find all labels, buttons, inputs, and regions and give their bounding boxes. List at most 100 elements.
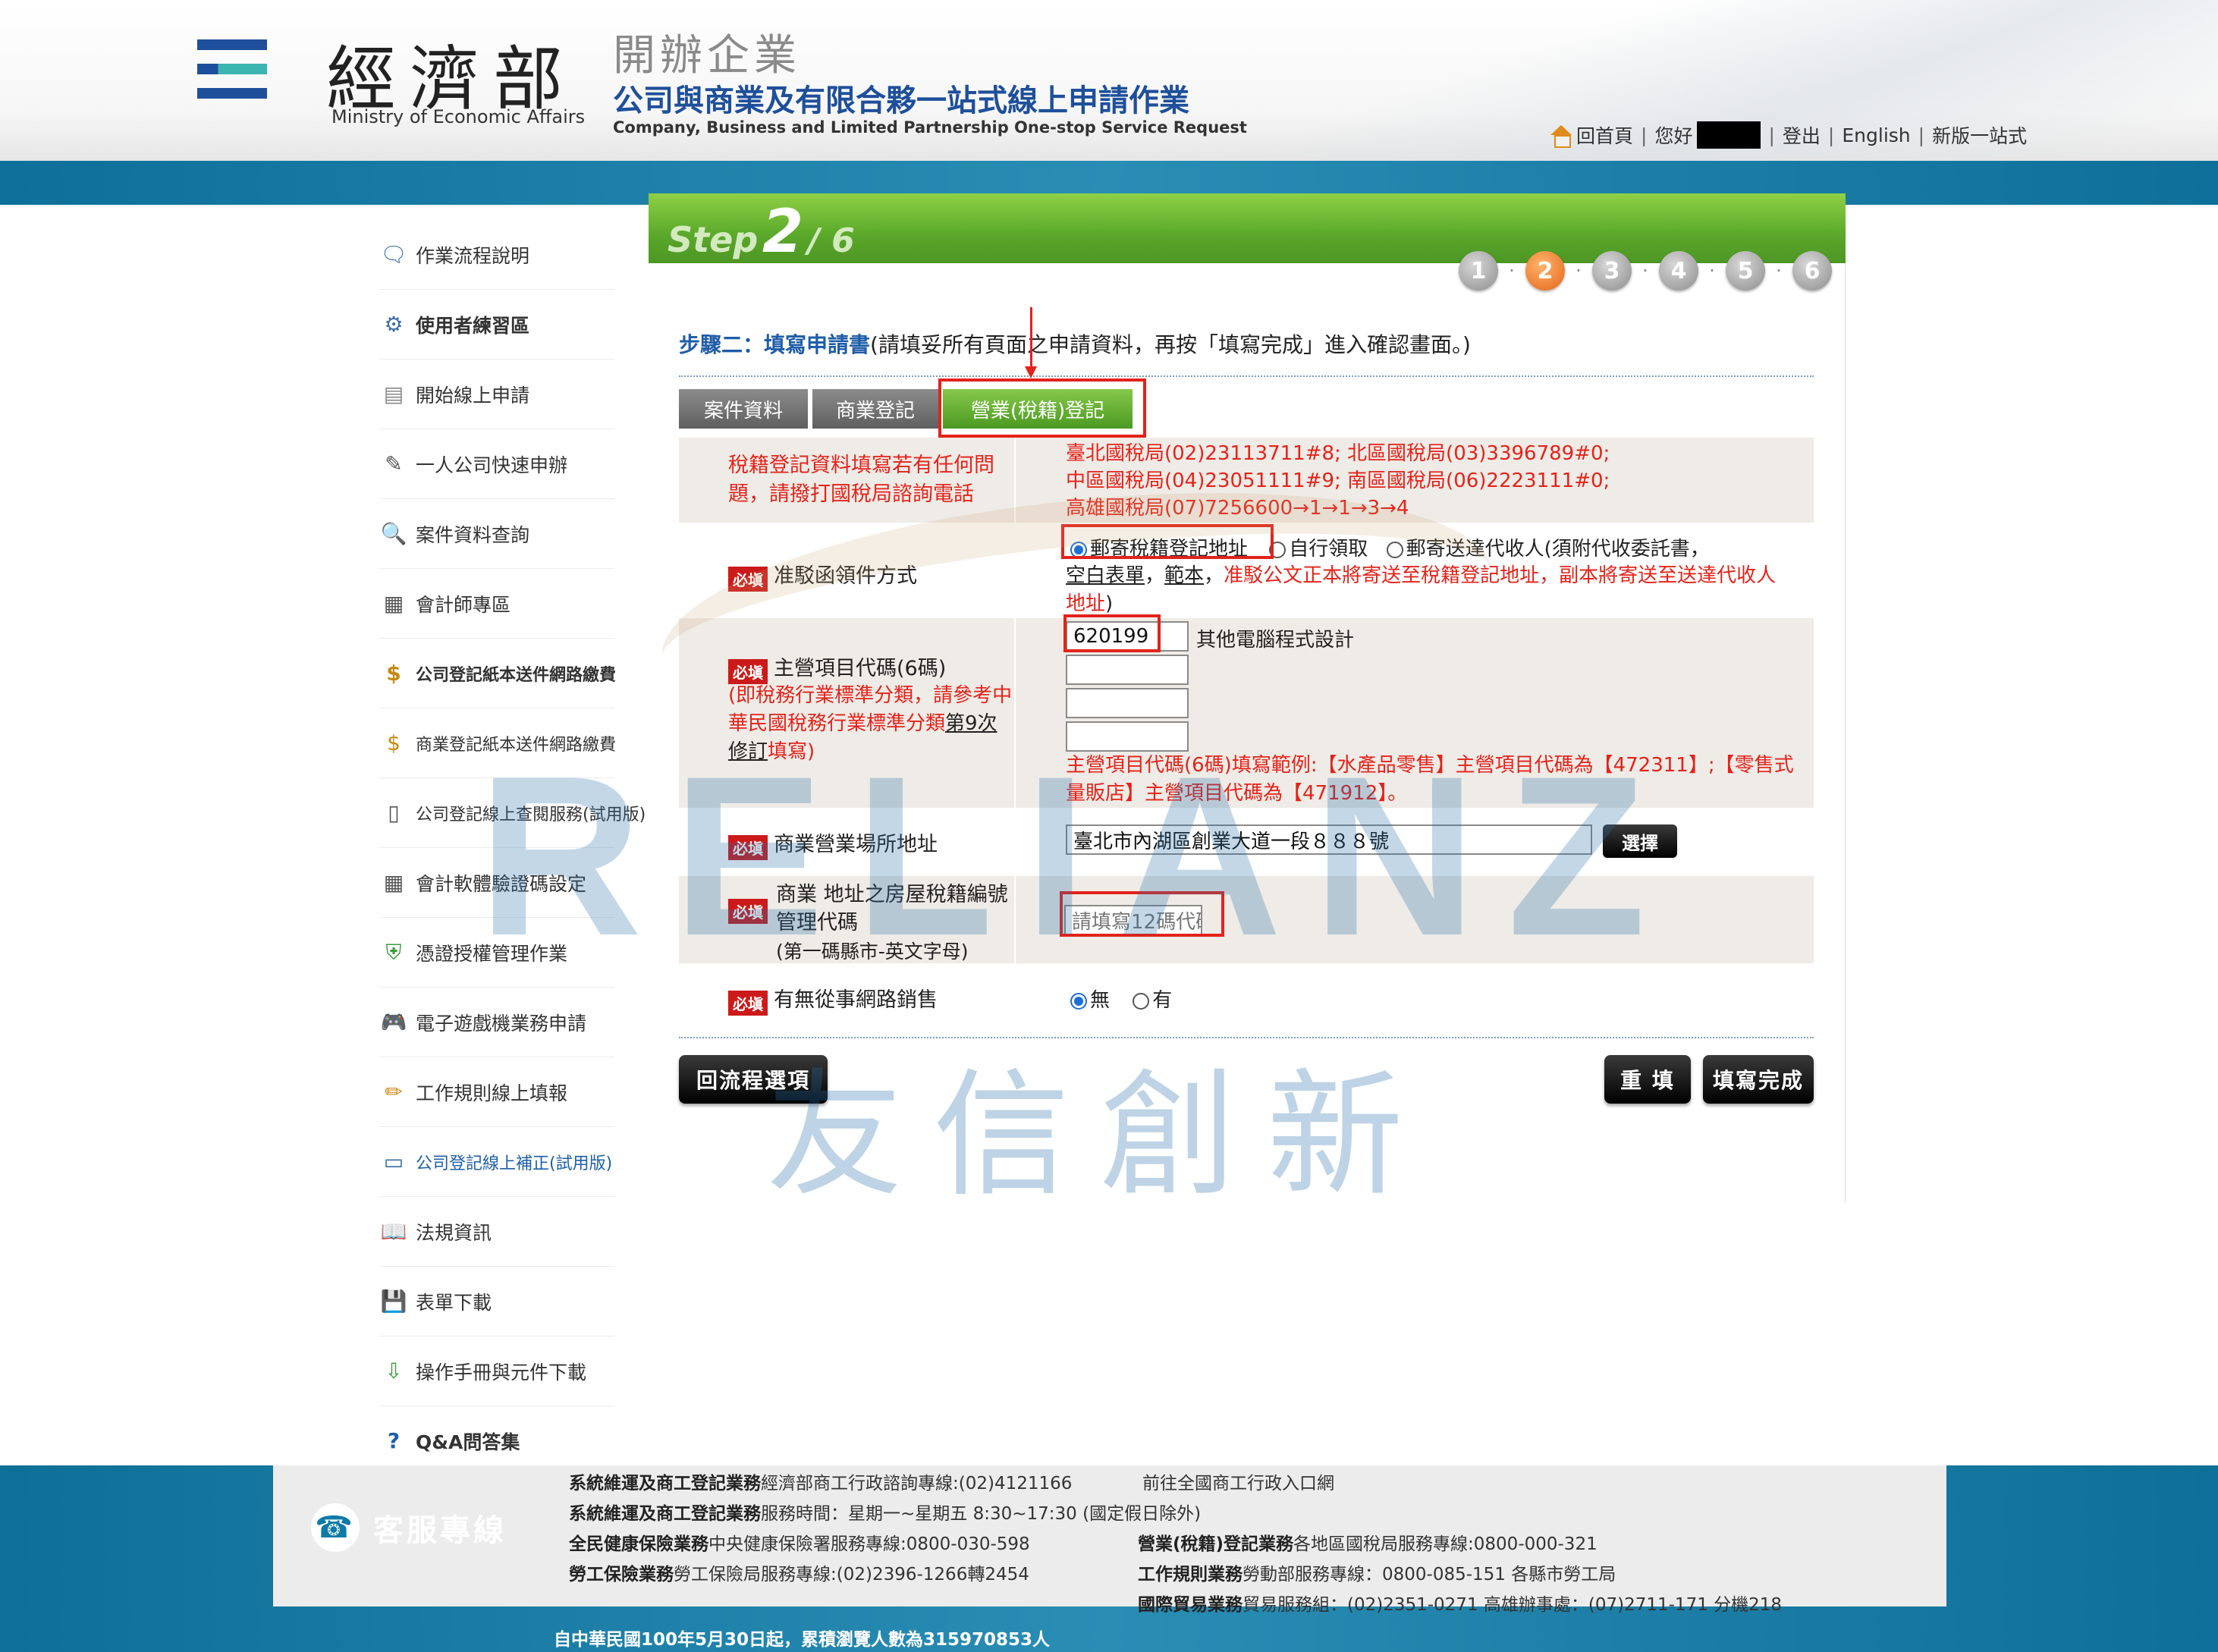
customer-service-label: 客服專線 <box>373 1513 507 1548</box>
step-total: 6 <box>831 221 855 260</box>
sidebar-item-process-guide[interactable]: 🗨 作業流程說明 <box>379 220 614 290</box>
portal-english-subtitle: Company, Business and Limited Partnershi… <box>613 118 1247 137</box>
radio-online-sales-yes[interactable] <box>1133 992 1150 1010</box>
select-address-button[interactable]: 選擇 <box>1603 824 1677 858</box>
footer-line: 全民健康保險業務中央健康保險署服務專線:0800-030-598 <box>569 1534 1030 1554</box>
sidebar-item-accountant-zone[interactable]: ▦ 會計師專區 <box>379 569 614 639</box>
sidebar-item-one-person-company[interactable]: ✎ 一人公司快速申辦 <box>379 429 614 499</box>
sidebar-item-online-lookup[interactable]: ▯公司登記線上查閱服務(試用版)▶ <box>379 778 664 848</box>
sidebar-item-start-application[interactable]: ▤ 開始線上申請 <box>379 360 614 429</box>
chat-bubble-icon: 🗨 <box>380 242 407 267</box>
main-item-code-hint-end: 填寫) <box>768 740 815 763</box>
reset-button[interactable]: 重 填 <box>1604 1055 1691 1104</box>
english-link[interactable]: English <box>1842 124 1910 146</box>
sidebar-item-label: 公司登記線上補正(試用版) <box>416 1154 613 1173</box>
step-dot-5: 5 <box>1726 251 1765 291</box>
business-address-input[interactable]: 臺北市內湖區創業大道一段８８８號 <box>1066 824 1592 855</box>
sidebar-item-certificate-management[interactable]: ⛨ 憑證授權管理作業 <box>379 918 614 988</box>
portal-title: 開辦企業 <box>613 31 801 80</box>
business-address-value-cell: 臺北市內湖區創業大道一段８８８號 選擇 <box>1017 808 1814 876</box>
radio-online-sales-no[interactable] <box>1070 992 1087 1010</box>
step-dot-2: 2 <box>1525 251 1565 291</box>
sidebar-item-label: 案件資料查詢 <box>416 523 530 546</box>
sidebar-item-form-download[interactable]: 💾 表單下載 <box>379 1267 614 1336</box>
logo-stripe-top <box>197 39 267 50</box>
footer-line: 工作規則業務勞動部服務專線：0800-085-151 各縣市勞工局 <box>1138 1565 1616 1584</box>
option-online-sales-yes[interactable]: 有 <box>1152 989 1172 1012</box>
annotation-highlight-tab <box>938 378 1146 438</box>
blank-form-link[interactable]: 空白表單 <box>1066 564 1145 587</box>
sidebar-menu: 🗨 作業流程說明 ⚙ 使用者練習區 ▤ 開始線上申請 ✎ 一人公司快速申辦 🔍 案件資料查… <box>379 220 664 1476</box>
reject-method-label-cell: 必塡 准駁函領件方式 <box>679 523 1016 618</box>
tax-office-line-3: 高雄國稅局(07)7256600→1→1→3→4 <box>1066 497 1409 520</box>
sidebar-item-label: 公司登記紙本送件網路繳費 <box>416 665 617 685</box>
ministry-logo-subtitle: Ministry of Economic Affairs <box>331 106 586 127</box>
step-word: Step <box>668 219 759 260</box>
hello-text: 您好 <box>1654 125 1693 147</box>
tab-case-data[interactable]: 案件資料 <box>679 389 808 429</box>
divider <box>679 1037 1814 1038</box>
sidebar-item-label: 法規資訊 <box>416 1221 492 1244</box>
dot-separator: · <box>1642 260 1648 281</box>
sidebar-item-label: 作業流程說明 <box>416 244 530 267</box>
main-item-code-label-wrap: 必塡 主營項目代碼(6碼) <box>728 652 946 684</box>
sidebar-item-work-rules[interactable]: ✏ 工作規則線上填報 <box>379 1057 614 1127</box>
book-icon: 📖 <box>380 1219 407 1244</box>
online-sales-options: 無 有 <box>1070 985 1172 1013</box>
sidebar-item-label: 會計軟體驗證碼設定 <box>416 872 587 895</box>
step-indicator: Step 2 / 6 <box>668 198 855 266</box>
step-heading-title: 步驟二：填寫申請書 <box>679 332 871 357</box>
main-item-code-input-3[interactable] <box>1066 688 1189 718</box>
sidebar-item-manual-download[interactable]: ⇩ 操作手冊與元件下載 <box>379 1336 614 1406</box>
sidebar-item-label: 操作手冊與元件下載 <box>416 1361 587 1383</box>
complete-button[interactable]: 填寫完成 <box>1703 1055 1814 1104</box>
main-item-code-example: 主營項目代碼(6碼)填寫範例:【水產品零售】主營項目代碼為【472311】;【零… <box>1066 754 1794 805</box>
sidebar-item-case-query[interactable]: 🔍 案件資料查詢 <box>379 499 614 569</box>
back-to-process-button[interactable]: 回流程選項 <box>679 1055 828 1104</box>
portal-link[interactable]: 前往全國商工行政入口網 <box>1142 1468 1334 1494</box>
question-icon: ? <box>387 1428 401 1453</box>
main-item-code-input-4[interactable] <box>1066 721 1189 752</box>
home-icon[interactable] <box>1549 124 1573 148</box>
footer-line: 系統維運及商工登記業務服務時間：星期一~星期五 8:30~17:30 (國定假日… <box>569 1504 1202 1524</box>
calculator-icon: ▦ <box>383 591 404 616</box>
reject-note-suffix: ) <box>1105 592 1114 615</box>
logo-stripe-middle <box>197 64 267 74</box>
dot-separator: · <box>1576 260 1582 281</box>
sidebar-item-business-payment[interactable]: $ 商業登記紙本送件網路繳費 <box>379 708 617 778</box>
sidebar-item-label: 工作規則線上填報 <box>416 1082 568 1104</box>
main-item-code-input-2[interactable] <box>1066 655 1189 685</box>
sidebar-item-regulations[interactable]: 📖 法規資訊 <box>379 1197 614 1267</box>
annotation-highlight-house-code <box>1060 891 1224 937</box>
step-heading: 步驟二：填寫申請書(請填妥所有頁面之申請資料，再按「填寫完成」進入確認畫面。) <box>679 328 1471 359</box>
sidebar-item-game-machine[interactable]: 🎮 電子遊戲機業務申請 <box>379 988 614 1057</box>
edit-form-icon: ✎ <box>385 451 403 476</box>
sample-link[interactable]: 範本 <box>1164 564 1204 587</box>
annotation-highlight-radio <box>1061 524 1274 559</box>
logout-link[interactable]: 登出 <box>1783 121 1821 149</box>
sidebar-item-label: 商業登記紙本送件網路繳費 <box>416 735 617 755</box>
radio-mail-agent[interactable] <box>1386 541 1403 558</box>
footer-info-panel <box>273 1465 1946 1606</box>
sidebar-item-company-payment[interactable]: $ 公司登記紙本送件網路繳費 <box>379 639 617 708</box>
dollar-icon: $ <box>387 730 401 755</box>
home-link[interactable]: 回首頁 <box>1576 121 1633 149</box>
option-self-pickup[interactable]: 自行領取 <box>1289 538 1368 561</box>
option-online-sales-no[interactable]: 無 <box>1090 989 1110 1012</box>
sidebar-item-label: 使用者練習區 <box>416 314 530 337</box>
sidebar-item-online-correction[interactable]: ▭ 公司登記線上補正(試用版) <box>379 1127 614 1197</box>
document-icon: ▤ <box>383 382 404 407</box>
reject-method-note: 空白表單，範本，准駁公文正本將寄送至稅籍登記地址，副本將寄送至送達代收人地址) <box>1066 564 1777 615</box>
required-badge: 必塡 <box>728 659 768 684</box>
new-version-link[interactable]: 新版一站式 <box>1932 121 2027 149</box>
sidebar-item-software-verification[interactable]: ▦ 會計軟體驗證碼設定 <box>379 848 614 918</box>
phone-icon: ☎ <box>311 1503 360 1552</box>
required-badge: 必塡 <box>728 899 768 924</box>
option-mail-agent[interactable]: 郵寄送達代收人 <box>1406 538 1544 561</box>
tax-office-line-2: 中區國稅局(04)23051111#9; 南區國稅局(06)2223111#0; <box>1066 470 1610 492</box>
calculator-icon: ▦ <box>383 870 404 895</box>
reject-note-prefix: (須附代收委託書， <box>1544 538 1710 561</box>
main-item-code-label: 主營項目代碼(6碼) <box>774 657 947 680</box>
sidebar-item-practice-area[interactable]: ⚙ 使用者練習區 <box>379 290 614 360</box>
tab-business-registration[interactable]: 商業登記 <box>812 389 938 429</box>
